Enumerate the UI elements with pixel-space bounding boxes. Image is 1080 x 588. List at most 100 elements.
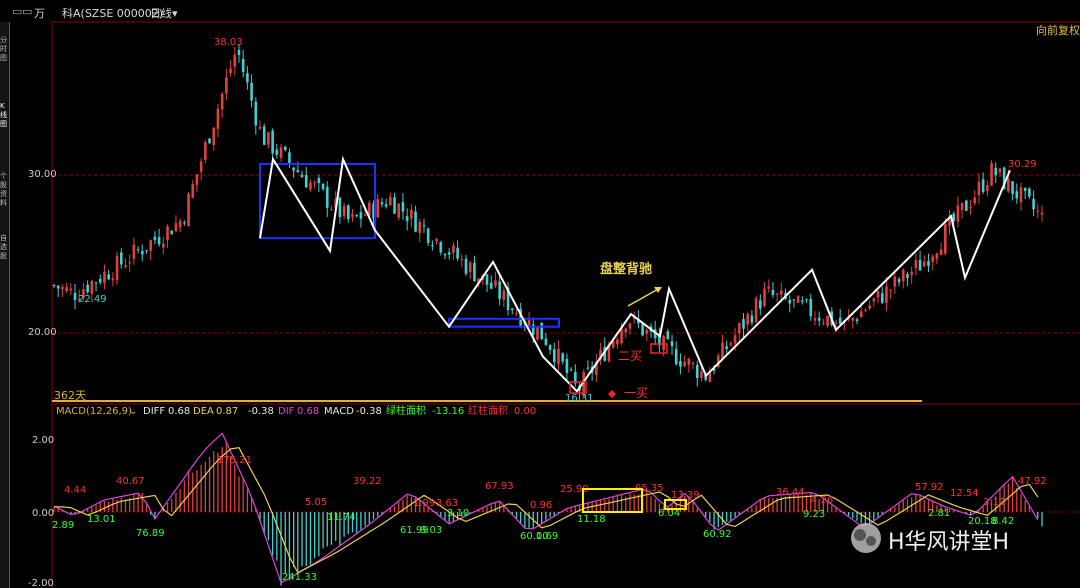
red-area-value: 0.00 [514,406,536,417]
candle-body [733,335,737,344]
candle-body [721,342,724,360]
red-area-label: 36.44 [776,487,805,498]
green-area-label: 60.92 [703,529,732,540]
candle-body [107,274,110,280]
macd-title[interactable]: MACD(12,26,9) [56,406,132,417]
green-area-label: 9.23 [803,509,825,520]
red-area-label: 57.92 [915,482,944,493]
red-area-label: 3.13 [983,497,1005,508]
macd-label: MACD [324,406,354,417]
candle-body [994,167,998,176]
candle-body [628,323,632,329]
candle-body [969,206,972,209]
candle-body [397,203,401,218]
candle-body [246,73,249,83]
candle-body [498,281,501,299]
candle-body [157,237,161,245]
candle-body [447,252,451,255]
candle-body [271,130,274,154]
candle-body [889,289,892,291]
candle-body [569,369,573,371]
candle-body [90,280,94,294]
candle-body [851,317,855,321]
candle-body [754,298,758,322]
green-area-label: 13.01 [87,514,116,525]
green-area-label: 9.03 [420,525,442,536]
candle-body [502,290,506,300]
hist-value: -0.38 [248,406,274,417]
candle-body [801,300,804,302]
candle-body [624,328,628,333]
candle-body [304,175,308,188]
candle-body [859,311,863,318]
candle-body [313,182,316,184]
candle-body [132,244,136,259]
red-area-label: 4.26 [811,495,833,506]
candle-body [914,260,918,269]
candle-body [944,224,947,254]
candle-body [780,290,783,295]
y-tick-label: 30.00 [28,169,57,180]
candle-body [262,126,266,145]
candle-body [464,258,468,274]
candle-body [73,292,77,301]
candle-body [763,288,766,307]
grid-lines [52,174,1080,513]
divergence-arrow [627,287,661,307]
candle-body [296,170,300,173]
candle-body [485,274,489,285]
candle-body [410,209,413,219]
candle-body [309,182,312,190]
candle-body [553,349,556,363]
candle-body [536,327,539,340]
candle-body [380,202,384,205]
candle-body [338,197,342,218]
candle-body [641,323,644,336]
candle-body [1028,188,1031,197]
candle-body [956,205,960,222]
candle-body [872,298,876,302]
candle-body [443,253,447,256]
candle-body [376,199,380,218]
candle-body [1040,212,1044,215]
candle-body [557,348,560,364]
candle-body [86,284,89,293]
candle-body [838,317,842,324]
candle-body [199,161,203,172]
candle-body [1019,187,1023,203]
candle-body [212,127,216,146]
candle-body [128,262,131,264]
candle-body [98,278,102,283]
candle-body [759,300,762,309]
green-area-value: -13.16 [432,406,464,417]
bubble-icon [854,529,866,541]
candle-body [288,152,291,164]
candle-body [389,197,392,206]
candle-body [515,313,518,315]
candle-body [426,228,430,243]
candle-body [69,288,73,291]
price-low-label: 16.31 [565,393,594,404]
candle-body [616,339,619,345]
candle-body [351,213,354,217]
diff-value: 0.68 [168,406,190,417]
green-area-label: 绿柱面积 [386,404,426,417]
dif-label: DIF [278,406,295,417]
candle-body [679,361,682,367]
candle-body [809,298,813,317]
kline-chart: 362天 30.00 20.00 38.03 22.49 30.29 16.31… [28,21,1080,588]
red-area-label: 39.22 [353,476,382,487]
red-area-label: 5.05 [305,497,327,508]
dea-value: 0.87 [216,406,238,417]
red-area-label: 1.99 [413,498,435,509]
candle-body [868,305,871,309]
candle-body [208,138,211,144]
chevron-down-icon[interactable]: ⌄ [129,406,137,417]
candle-body [864,310,867,312]
candle-body [300,174,304,178]
candle-body [346,205,350,220]
candle-body [910,271,913,276]
candle-body [742,319,745,329]
candle-body [401,202,405,212]
candle-body [885,286,888,303]
